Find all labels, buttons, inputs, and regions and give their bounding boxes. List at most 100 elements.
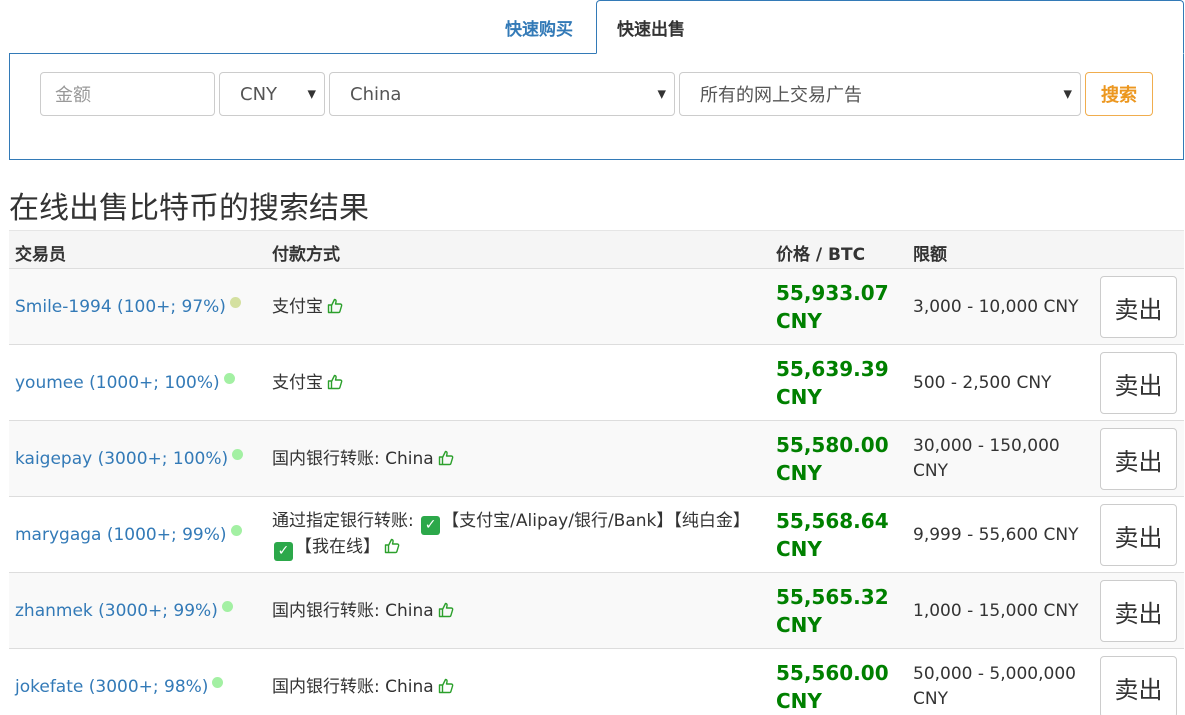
online-status-dot bbox=[230, 524, 242, 536]
limit-value: 500 - 2,500 CNY bbox=[913, 372, 1052, 393]
check-mark-icon: ✓ bbox=[274, 542, 293, 561]
price-currency: CNY bbox=[776, 613, 822, 637]
payment-method: 国内银行转账: China bbox=[272, 676, 434, 697]
trader-link[interactable]: jokefate (3000+; 98%) bbox=[15, 649, 224, 715]
online-status-dot bbox=[212, 676, 224, 688]
payment-method: 通过指定银行转账: bbox=[272, 511, 414, 531]
limit-value: 3,000 - 10,000 CNY bbox=[913, 296, 1079, 317]
trader-link[interactable]: Smile-1994 (100+; 97%) bbox=[15, 269, 241, 345]
limit-cell: 500 - 2,500 CNY bbox=[913, 345, 1093, 421]
trader-name[interactable]: marygaga (1000+; 99%) bbox=[15, 525, 227, 545]
price-cell: 55,580.00 CNY bbox=[776, 421, 889, 497]
price-cell: 55,639.39 CNY bbox=[776, 345, 889, 421]
caret-down-icon: ▼ bbox=[307, 87, 316, 101]
price-cell: 55,568.64 CNY bbox=[776, 497, 889, 573]
price-currency: CNY bbox=[776, 309, 822, 333]
thumbs-up-icon bbox=[384, 538, 400, 554]
limit-value: 50,000 - 5,000,000 CNY bbox=[913, 664, 1076, 709]
price-currency: CNY bbox=[776, 461, 822, 485]
price-value: 55,565.32 bbox=[776, 585, 889, 609]
trader-name[interactable]: youmee (1000+; 100%) bbox=[15, 373, 220, 393]
thumbs-up-icon bbox=[327, 374, 343, 389]
payment-cell: 通过指定银行转账: ✓ 【支付宝/Alipay/银行/Bank】【纯白金】 ✓ 【我在… bbox=[272, 497, 762, 573]
trader-link[interactable]: youmee (1000+; 100%) bbox=[15, 345, 235, 421]
price-value: 55,568.64 bbox=[776, 509, 889, 533]
limit-value: 30,000 - 150,000 CNY bbox=[913, 436, 1060, 481]
results-table: 交易员 付款方式 价格 / BTC 限额 Smile-1994 (100+; 9… bbox=[9, 230, 1184, 715]
page-title: 在线出售比特币的搜索结果 bbox=[9, 191, 369, 226]
search-panel: 金额 CNY ▼ China ▼ 所有的网上交易广告 ▼ 搜索 bbox=[9, 53, 1184, 160]
trader-name[interactable]: zhanmek (3000+; 99%) bbox=[15, 601, 218, 621]
header-price: 价格 / BTC bbox=[776, 245, 866, 265]
table-row: youmee (1000+; 100%) 支付宝 55,639.39 CNY 500 -… bbox=[9, 345, 1184, 421]
country-value: China bbox=[350, 83, 402, 105]
header-limit: 限额 bbox=[913, 245, 947, 265]
price-cell: 55,560.00 CNY bbox=[776, 649, 889, 715]
currency-value: CNY bbox=[240, 83, 278, 105]
sell-button[interactable]: 卖出 bbox=[1100, 276, 1177, 338]
online-status-dot bbox=[229, 296, 241, 308]
price-value: 55,560.00 bbox=[776, 661, 889, 685]
limit-cell: 1,000 - 15,000 CNY bbox=[913, 573, 1093, 649]
caret-down-icon: ▼ bbox=[1063, 87, 1072, 101]
payment-method: 国内银行转账: China bbox=[272, 448, 434, 469]
payment-cell: 支付宝 bbox=[272, 345, 762, 421]
payment-method: 支付宝 bbox=[272, 372, 323, 393]
search-button[interactable]: 搜索 bbox=[1085, 72, 1153, 116]
currency-select[interactable]: CNY ▼ bbox=[219, 72, 325, 116]
thumbs-up-icon bbox=[327, 298, 343, 313]
price-cell: 55,933.07 CNY bbox=[776, 269, 889, 345]
caret-down-icon: ▼ bbox=[657, 87, 666, 101]
trade-tabs: 快速购买 快速出售 bbox=[482, 0, 1184, 54]
price-currency: CNY bbox=[776, 689, 822, 713]
limit-cell: 30,000 - 150,000 CNY bbox=[913, 421, 1093, 497]
trader-name[interactable]: jokefate (3000+; 98%) bbox=[15, 677, 208, 697]
price-currency: CNY bbox=[776, 537, 822, 561]
trader-link[interactable]: zhanmek (3000+; 99%) bbox=[15, 573, 233, 649]
payment-method: 国内银行转账: China bbox=[272, 600, 434, 621]
table-row: kaigepay (3000+; 100%) 国内银行转账: China 55,58… bbox=[9, 421, 1184, 497]
header-payment: 付款方式 bbox=[272, 245, 340, 265]
trader-name[interactable]: kaigepay (3000+; 100%) bbox=[15, 449, 228, 469]
payment-cell: 国内银行转账: China bbox=[272, 649, 762, 715]
limit-cell: 9,999 - 55,600 CNY bbox=[913, 497, 1093, 573]
payment-cell: 国内银行转账: China bbox=[272, 421, 762, 497]
sell-button[interactable]: 卖出 bbox=[1100, 504, 1177, 566]
thumbs-up-icon bbox=[438, 450, 454, 465]
check-mark-icon: ✓ bbox=[421, 516, 441, 535]
table-row: jokefate (3000+; 98%) 国内银行转账: China 55,560… bbox=[9, 649, 1184, 715]
country-select[interactable]: China ▼ bbox=[329, 72, 675, 116]
trader-name[interactable]: Smile-1994 (100+; 97%) bbox=[15, 297, 226, 317]
sell-button[interactable]: 卖出 bbox=[1100, 352, 1177, 414]
thumbs-up-icon bbox=[438, 602, 454, 617]
limit-cell: 3,000 - 10,000 CNY bbox=[913, 269, 1093, 345]
payment-method: 支付宝 bbox=[272, 296, 323, 317]
ad-type-value: 所有的网上交易广告 bbox=[700, 85, 862, 106]
online-status-dot bbox=[221, 600, 233, 612]
table-row: zhanmek (3000+; 99%) 国内银行转账: China 55,565.… bbox=[9, 573, 1184, 649]
tab-quick-buy[interactable]: 快速购买 bbox=[482, 0, 596, 54]
table-header: 交易员 付款方式 价格 / BTC 限额 bbox=[9, 230, 1184, 269]
price-value: 55,639.39 bbox=[776, 357, 889, 381]
online-status-dot bbox=[232, 448, 244, 460]
payment-detail: 【支付宝/Alipay/银行/Bank】【纯白金】 bbox=[442, 511, 750, 531]
sell-button[interactable]: 卖出 bbox=[1100, 656, 1177, 715]
sell-button[interactable]: 卖出 bbox=[1100, 428, 1177, 490]
sell-button[interactable]: 卖出 bbox=[1100, 580, 1177, 642]
price-value: 55,580.00 bbox=[776, 433, 889, 457]
trader-link[interactable]: marygaga (1000+; 99%) bbox=[15, 497, 242, 573]
amount-input[interactable]: 金额 bbox=[40, 72, 215, 116]
table-row: Smile-1994 (100+; 97%) 支付宝 55,933.07 CNY 3,0… bbox=[9, 269, 1184, 345]
online-status-dot bbox=[223, 372, 235, 384]
tab-quick-sell[interactable]: 快速出售 bbox=[596, 0, 1184, 54]
trader-link[interactable]: kaigepay (3000+; 100%) bbox=[15, 421, 244, 497]
price-cell: 55,565.32 CNY bbox=[776, 573, 889, 649]
limit-value: 9,999 - 55,600 CNY bbox=[913, 524, 1079, 545]
price-value: 55,933.07 bbox=[776, 281, 889, 305]
payment-cell: 支付宝 bbox=[272, 269, 762, 345]
price-currency: CNY bbox=[776, 385, 822, 409]
ad-type-select[interactable]: 所有的网上交易广告 ▼ bbox=[679, 72, 1081, 116]
payment-cell: 国内银行转账: China bbox=[272, 573, 762, 649]
thumbs-up-icon bbox=[438, 678, 454, 693]
payment-detail-2: 【我在线】 bbox=[295, 537, 380, 557]
